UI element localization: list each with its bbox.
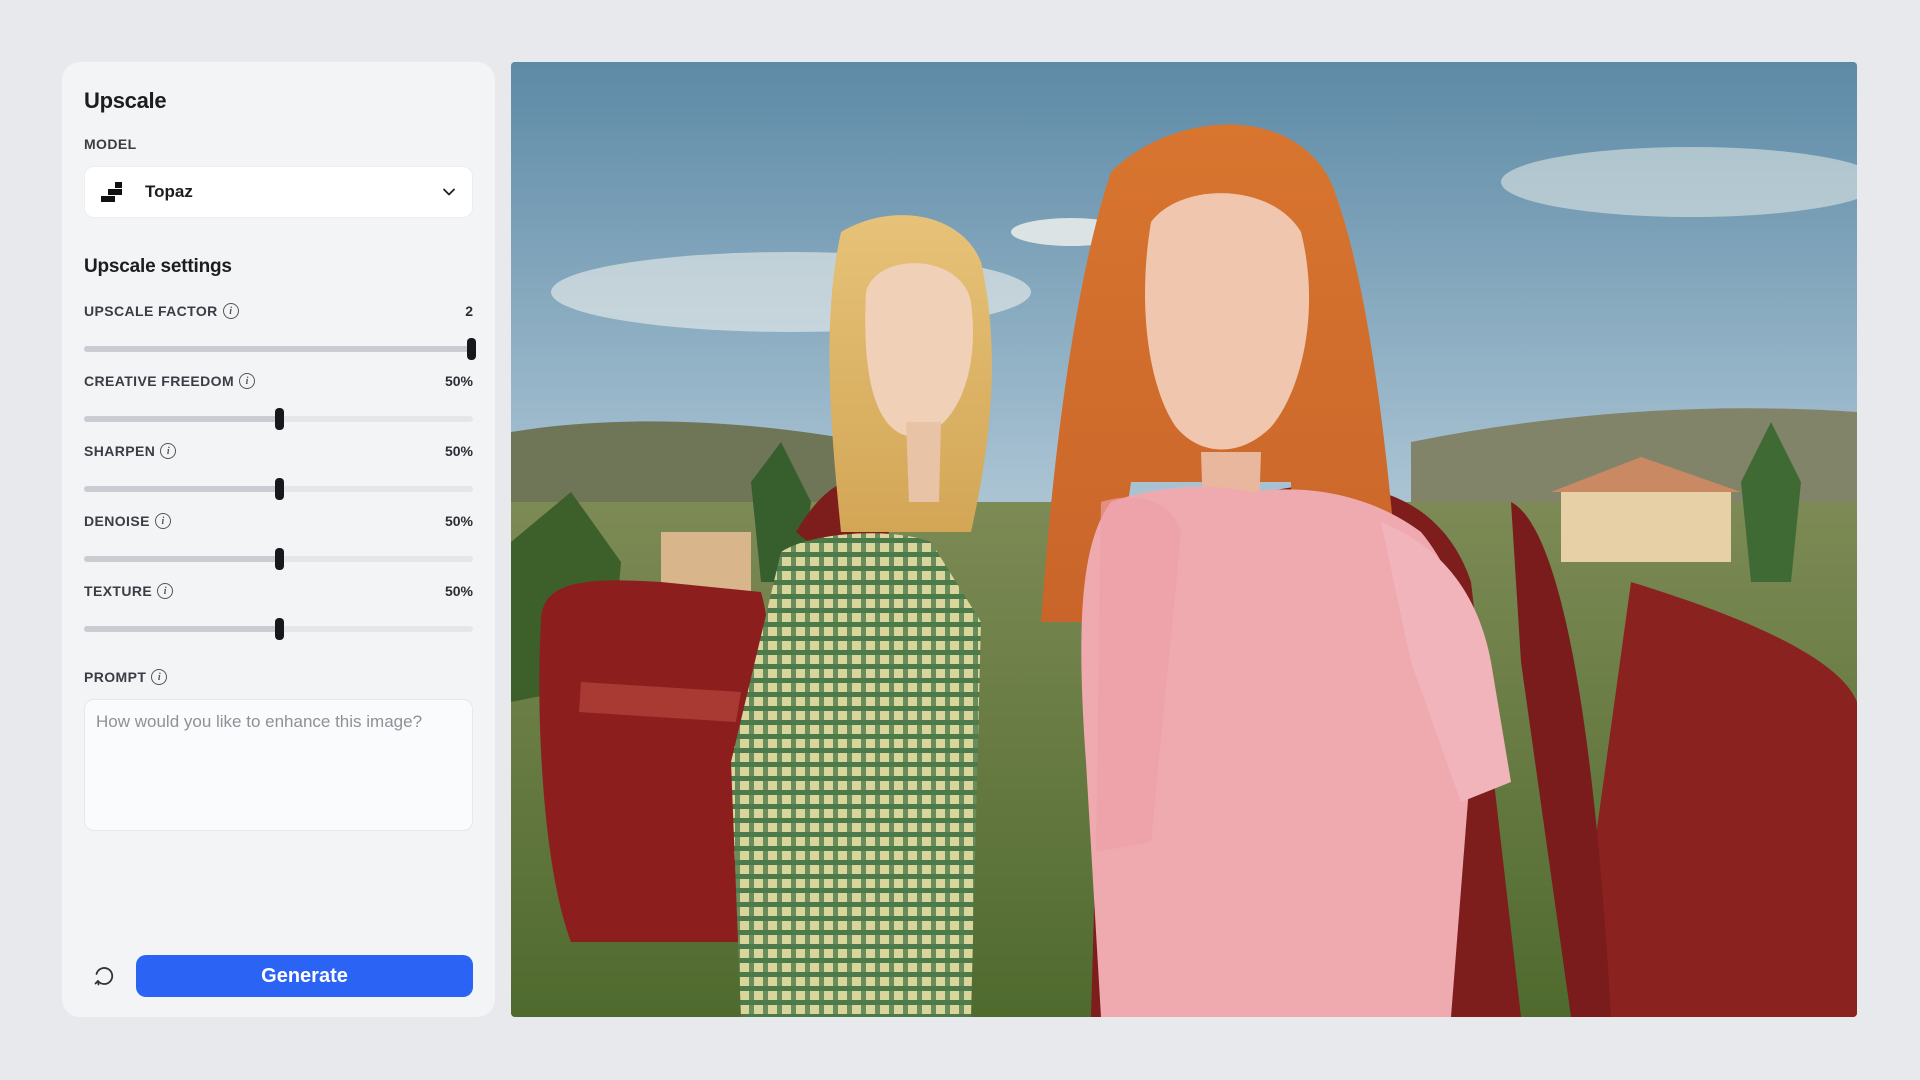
sharpen-slider[interactable]: [84, 478, 473, 500]
setting-label: TEXTURE: [84, 583, 153, 599]
denoise-slider[interactable]: [84, 548, 473, 570]
creative-freedom-slider[interactable]: [84, 408, 473, 430]
info-icon[interactable]: i: [157, 583, 174, 599]
info-icon[interactable]: i: [239, 373, 256, 389]
reset-button[interactable]: [84, 956, 124, 996]
model-select-value: Topaz: [145, 182, 193, 201]
reset-icon: [94, 967, 114, 986]
slider-fill: [84, 416, 279, 422]
setting-value: 2: [465, 303, 473, 319]
info-icon[interactable]: i: [154, 513, 171, 529]
setting-creative-freedom: CREATIVE FREEDOM i 50%: [84, 372, 473, 430]
upscale-panel: Upscale MODEL Topaz Upscale settings UPS…: [62, 62, 495, 1017]
texture-slider[interactable]: [84, 618, 473, 640]
chevron-down-icon: [443, 188, 455, 196]
info-icon[interactable]: i: [151, 669, 168, 685]
setting-value: 50%: [444, 443, 473, 459]
model-label: MODEL: [84, 136, 137, 152]
preview-photo: [511, 62, 1857, 1017]
setting-value: 50%: [444, 583, 473, 599]
setting-value: 50%: [444, 373, 473, 389]
upscale-factor-slider[interactable]: [84, 338, 476, 360]
panel-title: Upscale: [84, 88, 167, 113]
model-select[interactable]: Topaz: [84, 166, 473, 218]
info-icon[interactable]: i: [160, 443, 177, 459]
setting-label: SHARPEN: [84, 443, 156, 459]
setting-label: CREATIVE FREEDOM: [84, 373, 235, 389]
slider-fill: [84, 346, 473, 352]
panel-footer: Generate: [84, 955, 473, 997]
slider-thumb[interactable]: [467, 338, 476, 360]
setting-sharpen: SHARPEN i 50%: [84, 442, 473, 500]
slider-fill: [84, 556, 279, 562]
setting-label: DENOISE: [84, 513, 150, 529]
setting-texture: TEXTURE i 50%: [84, 582, 473, 640]
settings-list: UPSCALE FACTOR i 2 CREATIVE FREEDOM i 50…: [84, 302, 476, 640]
setting-upscale-factor: UPSCALE FACTOR i 2: [84, 302, 476, 360]
setting-value: 50%: [444, 513, 473, 529]
slider-fill: [84, 486, 279, 492]
generate-button[interactable]: Generate: [136, 955, 473, 997]
section-title: Upscale settings: [84, 256, 232, 277]
slider-fill: [84, 626, 279, 632]
slider-thumb[interactable]: [274, 408, 284, 430]
slider-thumb[interactable]: [274, 478, 284, 500]
info-icon[interactable]: i: [222, 303, 239, 319]
prompt-input[interactable]: [84, 699, 473, 831]
preview-image: [511, 62, 1857, 1017]
topaz-logo-icon: [101, 182, 125, 202]
prompt-label: PROMPT: [84, 669, 147, 685]
slider-thumb[interactable]: [274, 548, 284, 570]
slider-thumb[interactable]: [274, 618, 284, 640]
setting-label: UPSCALE FACTOR: [84, 303, 218, 319]
setting-denoise: DENOISE i 50%: [84, 512, 473, 570]
